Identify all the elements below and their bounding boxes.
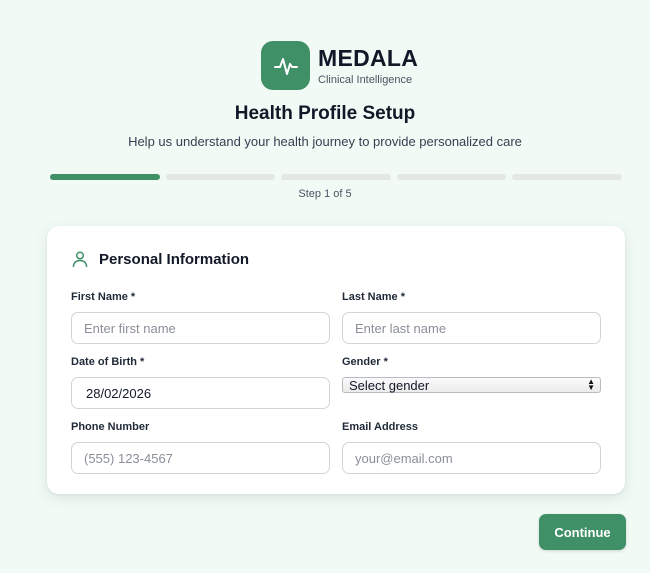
- brand-tagline: Clinical Intelligence: [318, 73, 413, 86]
- select-arrows-icon: ▲ ▼: [587, 377, 595, 392]
- pulse-icon: [273, 57, 298, 75]
- last-name-input[interactable]: Enter last name: [342, 312, 601, 344]
- progress-segment-4: [396, 174, 507, 180]
- gender-group: Gender * Select gender ▲ ▼: [342, 355, 601, 393]
- email-group: Email Address your@email.com: [342, 420, 601, 474]
- progress-segment-2: [165, 174, 276, 180]
- continue-button[interactable]: Continue: [539, 514, 626, 550]
- dob-label: Date of Birth *: [71, 356, 145, 368]
- gender-selected-value: Select gender: [349, 377, 430, 393]
- gender-label: Gender *: [342, 356, 388, 368]
- first-name-input[interactable]: Enter first name: [71, 312, 330, 344]
- first-name-group: First Name * Enter first name: [71, 290, 330, 344]
- dob-input[interactable]: 28/02/2026: [71, 377, 330, 409]
- email-label: Email Address: [342, 421, 419, 433]
- phone-label: Phone Number: [71, 421, 150, 433]
- last-name-label: Last Name *: [342, 291, 405, 303]
- email-input[interactable]: your@email.com: [342, 442, 601, 474]
- dob-group: Date of Birth * 28/02/2026: [71, 355, 330, 409]
- page-subtitle: Help us understand your health journey t…: [128, 134, 522, 149]
- brand-name: MEDALA: [318, 44, 419, 71]
- progress-segment-5: [512, 174, 622, 180]
- progress-segment-1: [50, 174, 160, 180]
- phone-input[interactable]: (555) 123-4567: [71, 442, 330, 474]
- progress-segment-3: [281, 174, 391, 180]
- gender-select[interactable]: Select gender ▲ ▼: [342, 377, 601, 393]
- brand: MEDALA Clinical Intelligence: [261, 41, 418, 90]
- health-profile-page: MEDALA Clinical Intelligence Health Prof…: [0, 0, 650, 573]
- step-indicator: Step 1 of 5: [298, 188, 352, 200]
- section-title: Personal Information: [99, 250, 250, 268]
- first-name-label: First Name *: [71, 291, 136, 303]
- phone-group: Phone Number (555) 123-4567: [71, 420, 330, 474]
- page-title: Health Profile Setup: [234, 103, 416, 124]
- last-name-group: Last Name * Enter last name: [342, 290, 601, 344]
- personal-info-card: Personal Information First Name * Enter …: [47, 226, 625, 494]
- step-progress-bar: [50, 174, 622, 180]
- brand-logo: [261, 41, 310, 90]
- section-header: Personal Information: [71, 250, 249, 268]
- person-icon: [72, 251, 88, 268]
